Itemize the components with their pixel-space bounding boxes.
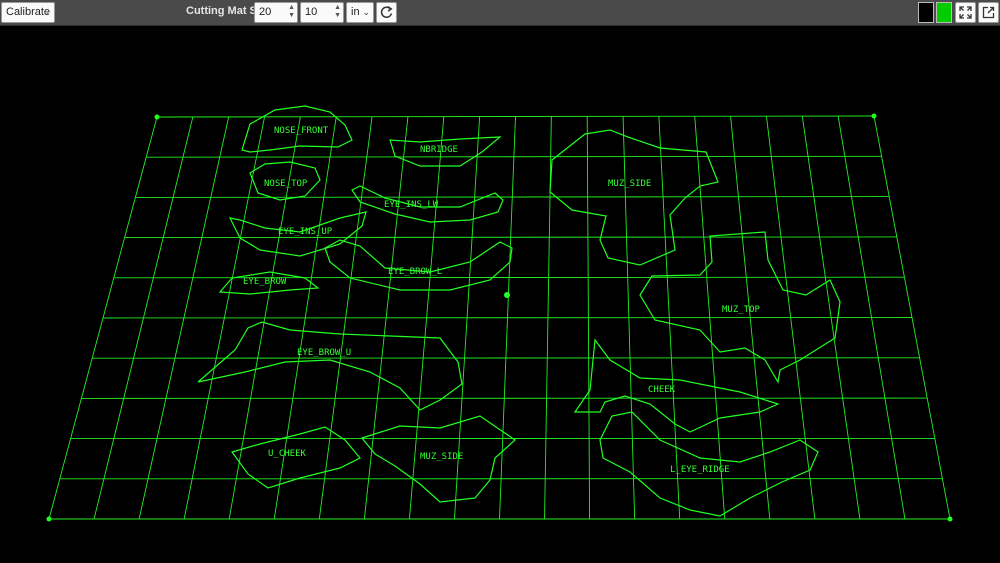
piece-label: EYE_BROW_L [388,267,442,277]
piece-label: EYE_INS_UP [278,227,333,237]
stepper-icon[interactable]: ▲ ▼ [288,4,295,20]
piece-label: NBRIDGE [420,145,458,155]
corner-handle-top-right[interactable] [871,113,877,119]
piece-label: MUZ_SIDE [420,452,463,462]
chevron-down-icon: ⌄ [42,7,50,17]
piece-label: L_EYE_RIDGE [670,465,730,475]
piece-label: NOSE_TOP [264,179,308,189]
pattern-piece [549,129,719,266]
chevron-down-icon: ⌄ [362,7,370,17]
unit-select[interactable]: in ⌄ [346,2,374,23]
piece-label: EYE_BROW_U [297,348,351,358]
toolbar: Calibrate ⌄ Cutting Mat Size 20 ▲ ▼ 10 ▲ ▼… [0,0,1000,26]
mat-height-input[interactable]: 10 ▲ ▼ [300,2,344,23]
open-external-icon [982,6,995,19]
corner-handle-top-left[interactable] [154,114,160,120]
corner-handle-bottom-left[interactable] [46,516,52,522]
piece-label: EYE_BROW [243,277,287,287]
background-color-swatch[interactable] [918,2,934,23]
piece-label: CHEEK [648,385,676,395]
mat-width-value: 20 [259,6,272,18]
piece-label: MUZ_TOP [722,305,761,315]
fullscreen-icon [959,6,972,19]
mat-height-value: 10 [305,6,318,18]
piece-label: NOSE_FRONT [274,126,329,136]
pattern-piece [573,338,780,433]
reset-button[interactable] [376,2,397,23]
refresh-icon [380,5,393,18]
mat-width-input[interactable]: 20 ▲ ▼ [254,2,298,23]
stepper-icon[interactable]: ▲ ▼ [334,4,341,20]
projection-canvas[interactable]: NOSE_FRONT NBRIDGE MUZ_SIDE NOSE_TOP EYE… [0,26,1000,563]
fullscreen-button[interactable] [955,2,976,23]
open-external-button[interactable] [978,2,999,23]
unit-select-value: in [351,6,360,18]
piece-label: MUZ_SIDE [608,179,651,189]
line-color-swatch[interactable] [936,2,952,23]
center-marker [504,292,510,298]
piece-label: U_CHEEK [268,449,307,459]
piece-label: EYE_INS_LW [384,200,439,210]
mode-select[interactable]: Calibrate ⌄ [1,2,55,23]
grid-line-horizontal [102,317,913,319]
corner-handle-bottom-right[interactable] [947,516,953,522]
